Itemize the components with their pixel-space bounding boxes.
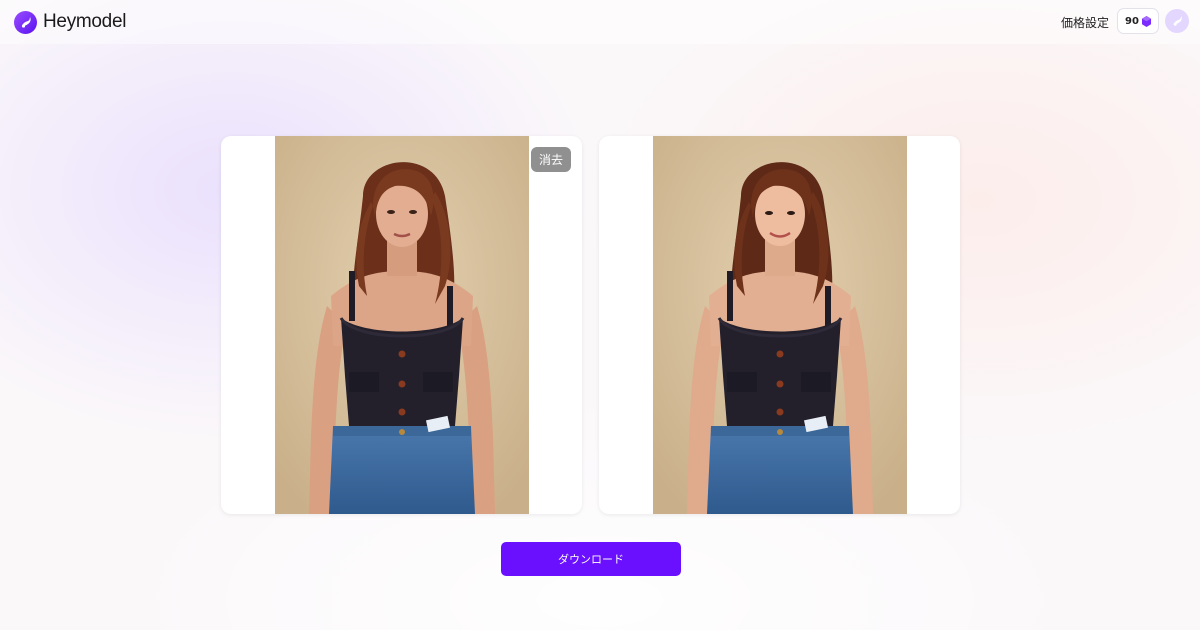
- top-header: Heymodel 価格設定 90: [0, 0, 1200, 44]
- brand-logo[interactable]: Heymodel: [14, 10, 126, 34]
- original-image-panel: 消去: [221, 136, 582, 514]
- brand-name: Heymodel: [43, 11, 127, 32]
- credits-count: 90: [1125, 15, 1139, 27]
- pricing-link[interactable]: 価格設定: [1061, 14, 1109, 31]
- user-avatar[interactable]: [1165, 9, 1189, 33]
- download-button[interactable]: ダウンロード: [501, 542, 681, 576]
- credits-badge[interactable]: 90: [1117, 8, 1159, 34]
- avatar-icon: [1171, 12, 1184, 31]
- delete-button[interactable]: 消去: [531, 147, 571, 172]
- brand-logo-icon: [14, 10, 37, 34]
- gem-icon: [1141, 12, 1151, 31]
- original-photo: [275, 136, 529, 514]
- result-image-panel: [599, 136, 960, 514]
- result-photo: [653, 136, 907, 514]
